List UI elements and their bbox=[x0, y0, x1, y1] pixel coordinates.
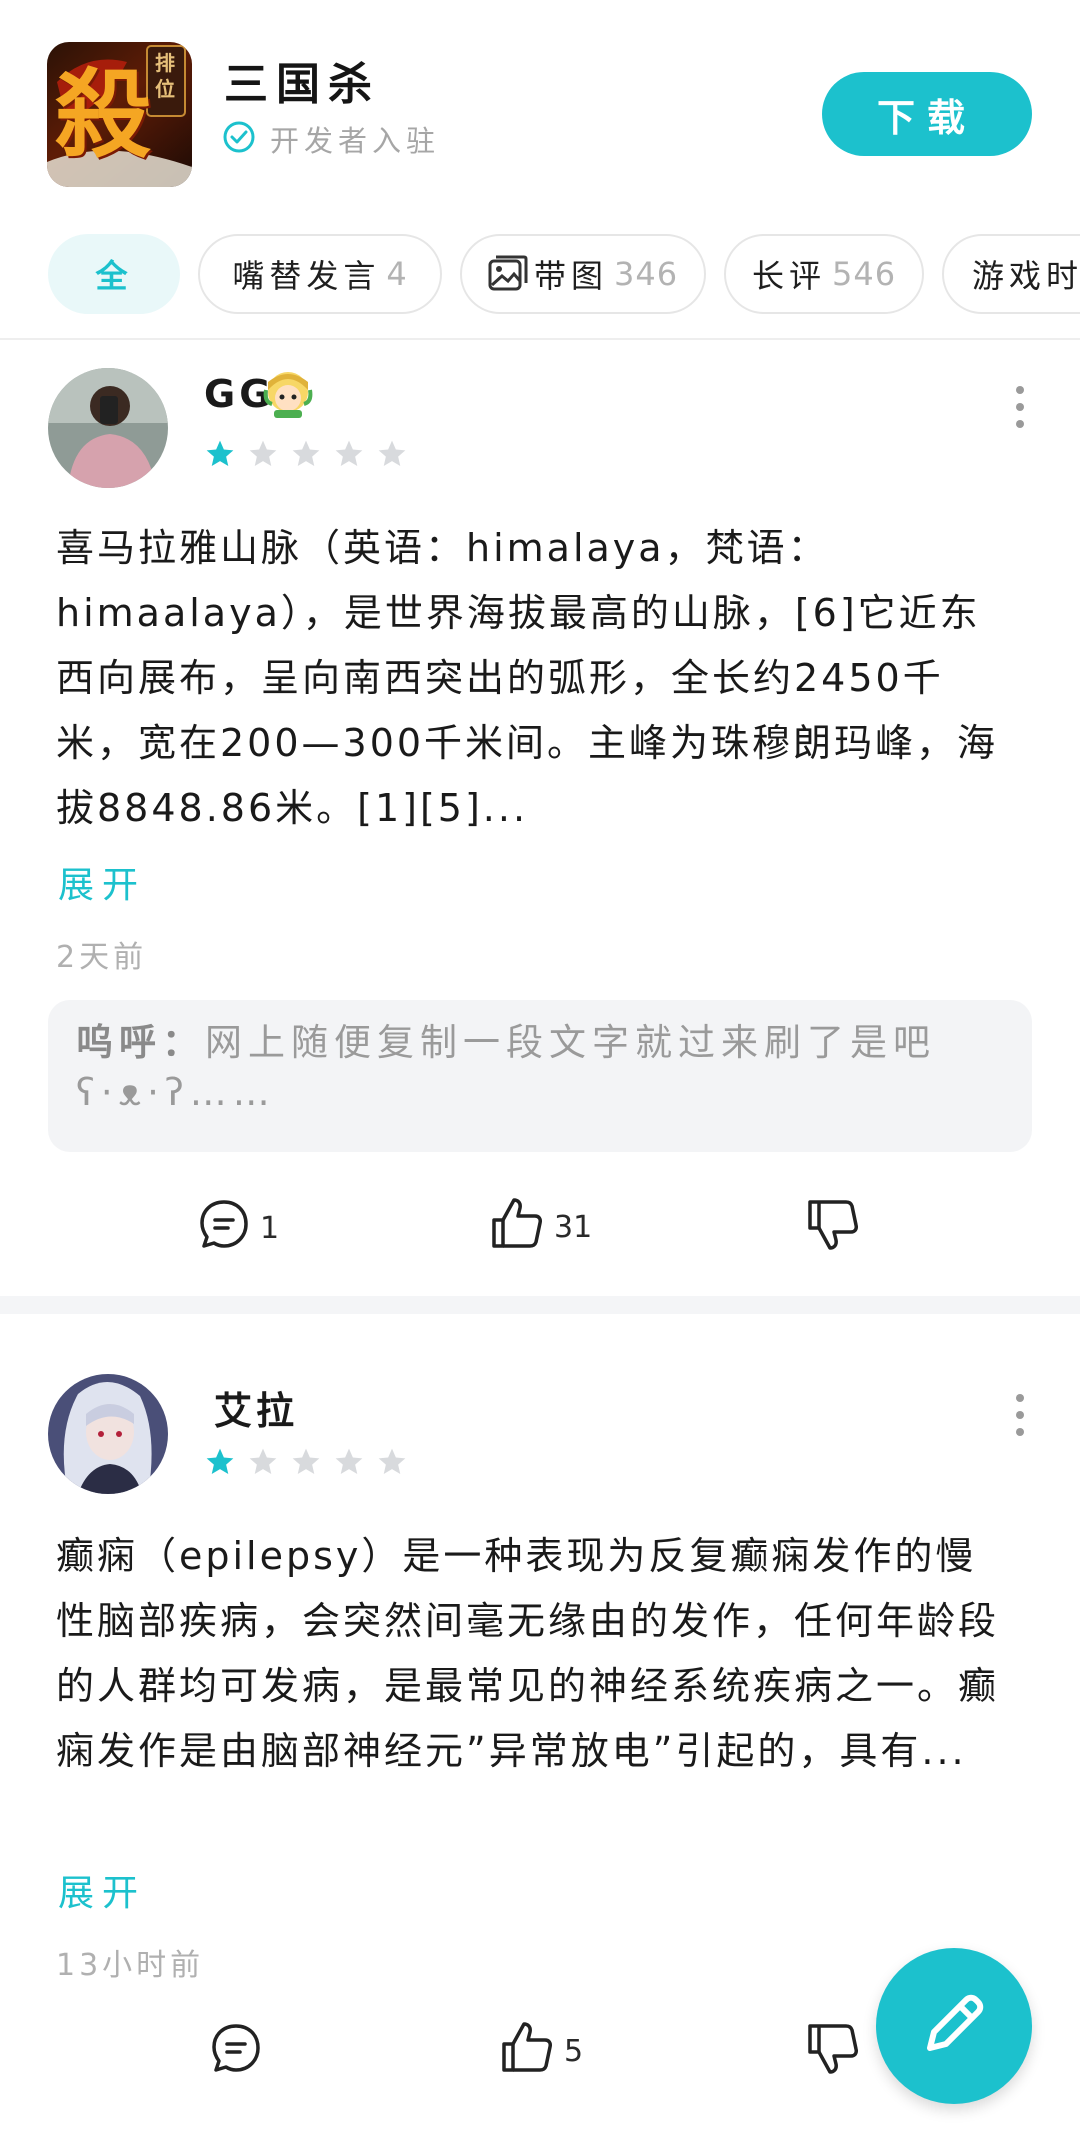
star-icon bbox=[290, 438, 322, 474]
tab-label: 游戏时 bbox=[972, 257, 1080, 295]
review-body[interactable]: 喜马拉雅山脉（英语：himalaya，梵语：himaalaya），是世界海拔最高… bbox=[56, 516, 1016, 841]
review-card: GG 喜马拉雅山脉（英语：himalaya，梵语：himaalaya），是世界海… bbox=[0, 340, 1080, 1296]
thumbs-down-icon bbox=[804, 2020, 862, 2086]
tab-count: 4 bbox=[386, 255, 408, 293]
app-header: 殺 排位 三国杀 开发者入驻 下载 bbox=[0, 0, 1080, 215]
more-vert-icon[interactable] bbox=[1005, 1390, 1035, 1440]
app-icon-glyph: 殺 bbox=[55, 58, 151, 171]
like-button[interactable]: 5 bbox=[498, 2018, 583, 2084]
tab-label: 长评 bbox=[751, 257, 826, 295]
edit-pencil-icon bbox=[916, 1986, 992, 2066]
tab-label: 带图 bbox=[533, 257, 608, 295]
developer-badge[interactable]: 开发者入驻 bbox=[222, 118, 440, 160]
reply-preview[interactable]: 呜呼：网上随便复制一段文字就过来刷了是吧ʕ·ᴥ·ʔ…… bbox=[48, 1000, 1032, 1152]
star-icon bbox=[333, 438, 365, 474]
review-time: 13小时前 bbox=[56, 1948, 205, 1983]
verified-check-icon bbox=[222, 120, 256, 158]
username[interactable]: 艾拉 bbox=[214, 1380, 298, 1435]
section-divider bbox=[0, 1296, 1080, 1314]
review-body[interactable]: 癫痫（epilepsy）是一种表现为反复癫痫发作的慢性脑部疾病，会突然间毫无缘由… bbox=[56, 1524, 1016, 1784]
tab-with-images[interactable]: 带图 346 bbox=[460, 234, 706, 314]
download-button[interactable]: 下载 bbox=[822, 72, 1032, 156]
comment-icon bbox=[208, 2020, 264, 2084]
like-count: 5 bbox=[564, 2033, 584, 2069]
comment-count: 1 bbox=[260, 1210, 280, 1246]
star-icon bbox=[247, 1446, 279, 1482]
star-icon bbox=[204, 1446, 236, 1482]
like-count: 31 bbox=[554, 1209, 593, 1245]
star-icon bbox=[376, 1446, 408, 1482]
dislike-button[interactable] bbox=[804, 2020, 862, 2086]
star-icon bbox=[204, 438, 236, 474]
tab-count: 546 bbox=[831, 255, 897, 293]
thumbs-up-icon bbox=[488, 1194, 546, 1260]
tab-playtime[interactable]: 游戏时 bbox=[942, 234, 1080, 314]
tab-all[interactable]: 全 bbox=[48, 234, 180, 314]
app-icon-badge: 排位 bbox=[155, 51, 175, 101]
developer-label: 开发者入驻 bbox=[270, 124, 441, 158]
write-review-button[interactable] bbox=[876, 1948, 1032, 2104]
avatar[interactable] bbox=[48, 1374, 168, 1494]
review-time: 2天前 bbox=[56, 940, 148, 975]
review-filter-tabs: 全 嘴替发言 4 带图 346 长评 546 游戏时 bbox=[0, 232, 1080, 317]
image-icon bbox=[488, 255, 528, 293]
app-title: 三国杀 bbox=[224, 59, 380, 110]
tab-long-reviews[interactable]: 长评 546 bbox=[724, 234, 924, 314]
tab-label: 全 bbox=[95, 257, 133, 295]
expand-link[interactable]: 展开 bbox=[58, 856, 146, 908]
star-icon bbox=[247, 438, 279, 474]
like-button[interactable]: 31 bbox=[488, 1194, 592, 1260]
tab-label: 嘴替发言 bbox=[232, 257, 381, 295]
star-icon bbox=[290, 1446, 322, 1482]
reply-body: 网上随便复制一段文字就过来刷了是吧ʕ·ᴥ·ʔ…… bbox=[76, 1021, 936, 1114]
user-badge-icon bbox=[262, 368, 314, 424]
thumbs-up-icon bbox=[498, 2018, 556, 2084]
more-vert-icon[interactable] bbox=[1005, 382, 1035, 432]
expand-link[interactable]: 展开 bbox=[58, 1864, 146, 1916]
app-icon[interactable]: 殺 排位 bbox=[47, 42, 192, 187]
star-icon bbox=[333, 1446, 365, 1482]
avatar[interactable] bbox=[48, 368, 168, 488]
reply-author: 呜呼 bbox=[76, 1021, 162, 1064]
rating-stars bbox=[204, 438, 408, 474]
dislike-button[interactable] bbox=[804, 1196, 862, 1262]
comment-button[interactable]: 1 bbox=[196, 1196, 279, 1260]
reply-text: 呜呼：网上随便复制一段文字就过来刷了是吧ʕ·ᴥ·ʔ…… bbox=[76, 1018, 1006, 1118]
tab-count: 346 bbox=[613, 255, 679, 293]
comment-button[interactable] bbox=[208, 2020, 272, 2084]
reply-separator: ： bbox=[162, 1021, 205, 1064]
rating-stars bbox=[204, 1446, 408, 1482]
comment-icon bbox=[196, 1196, 252, 1260]
tab-mouthpiece[interactable]: 嘴替发言 4 bbox=[198, 234, 442, 314]
thumbs-down-icon bbox=[804, 1196, 862, 1262]
star-icon bbox=[376, 438, 408, 474]
